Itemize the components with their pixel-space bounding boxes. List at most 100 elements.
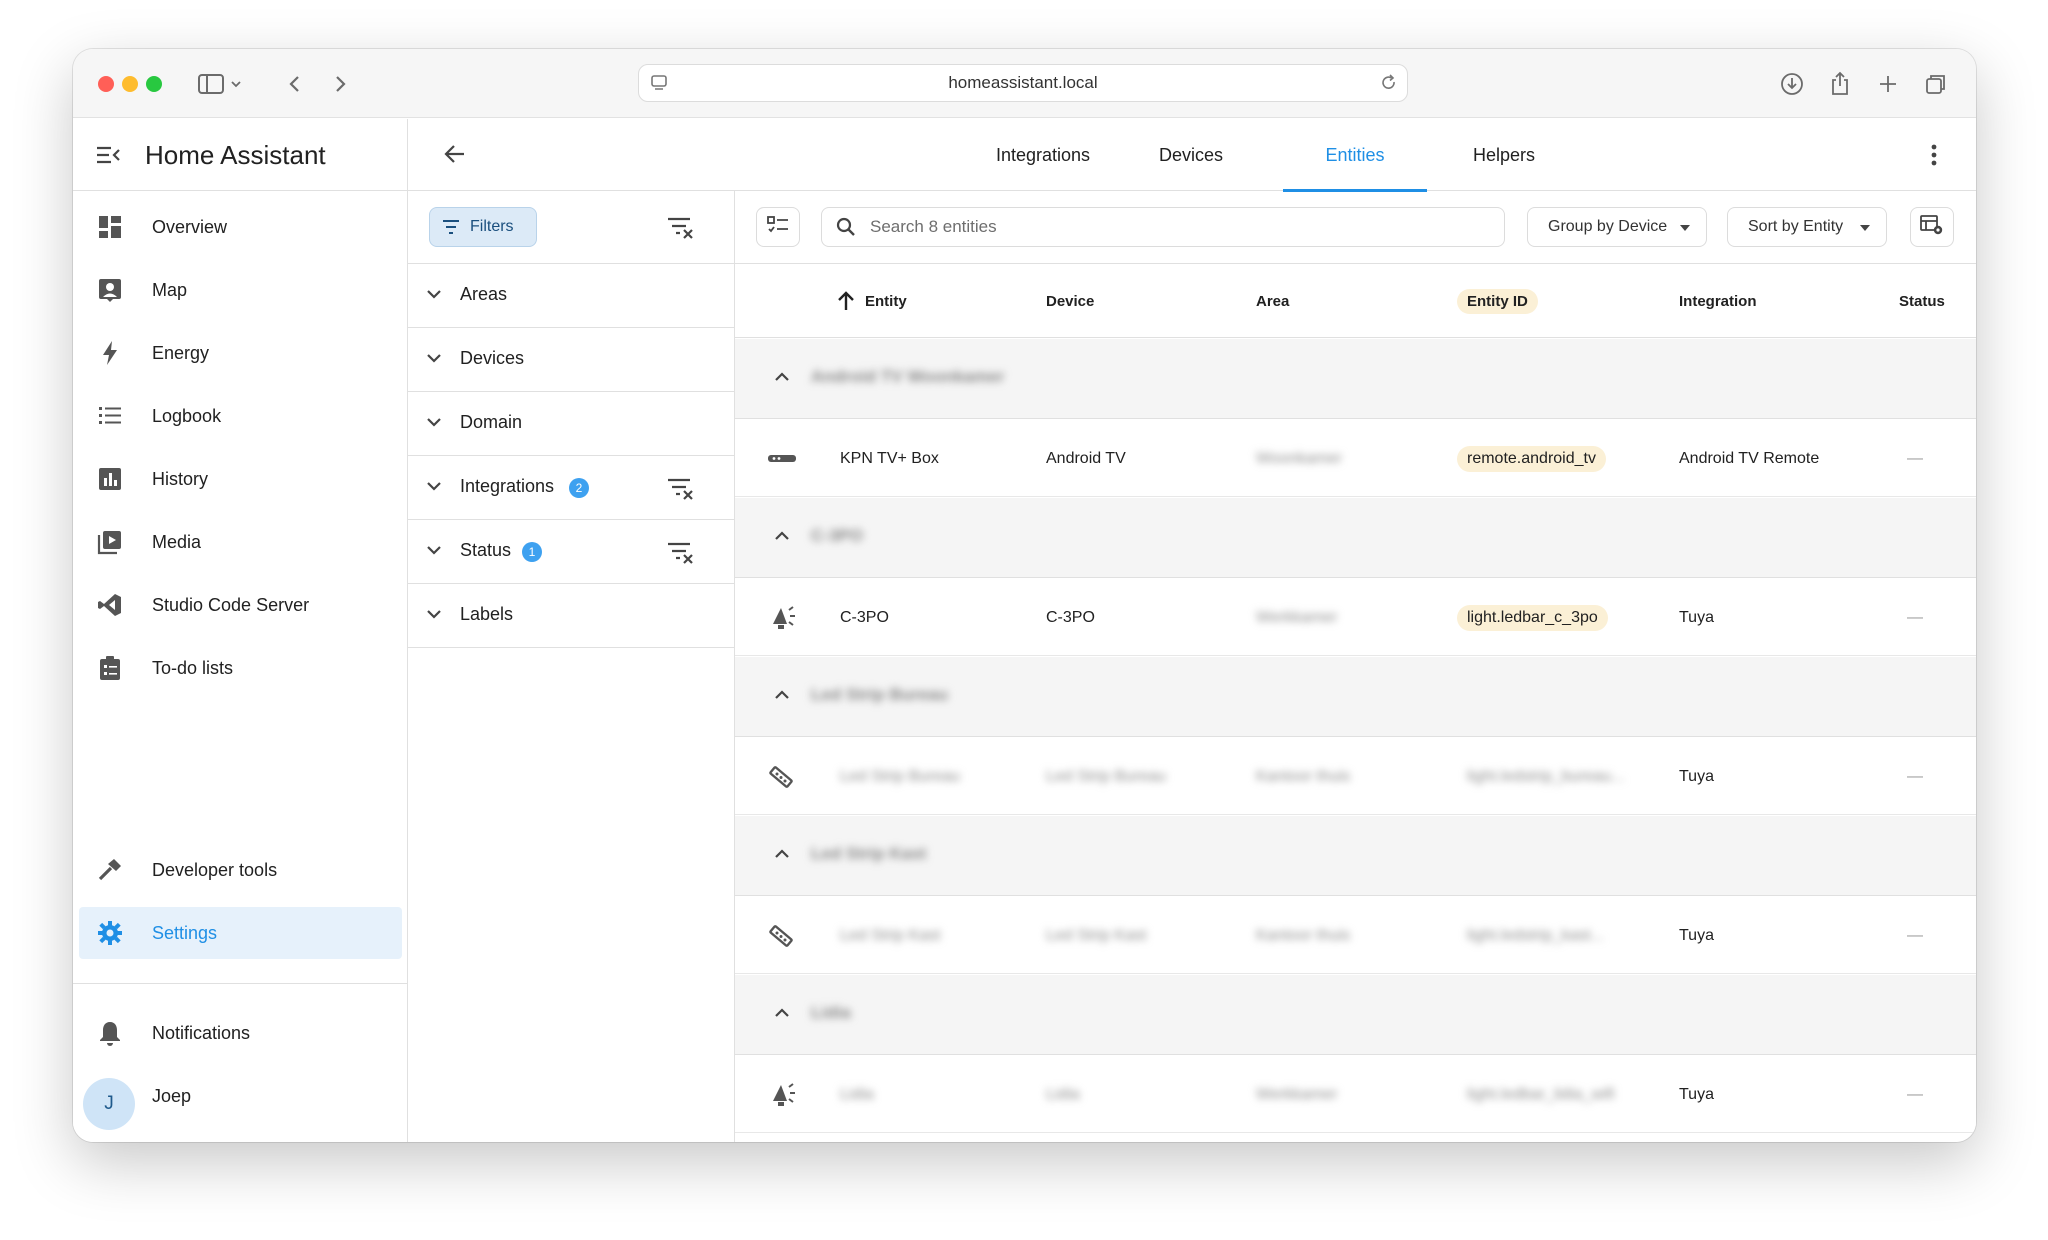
- sidebar-item-todo-lists[interactable]: To-do lists: [79, 642, 402, 694]
- group-title: Led Strip Bureau: [811, 685, 948, 704]
- chevron-up-icon: [772, 844, 792, 869]
- column-header-device[interactable]: Device: [1046, 264, 1094, 338]
- column-header-integration[interactable]: Integration: [1679, 264, 1757, 338]
- history-icon: [97, 466, 123, 492]
- column-header-status[interactable]: Status: [1899, 264, 1945, 338]
- share-icon[interactable]: [1823, 67, 1857, 101]
- group-title: Led Strip Kast: [811, 844, 927, 863]
- chevron-down-icon: [424, 476, 444, 501]
- search-field[interactable]: [821, 207, 1505, 247]
- sidebar-item-developer-tools[interactable]: Developer tools: [79, 844, 402, 896]
- group-by-label: Group by Device: [1548, 218, 1668, 235]
- integration-name: Android TV Remote: [1679, 449, 1820, 467]
- minimize-window-button[interactable]: [122, 76, 138, 92]
- overview-icon: [97, 214, 123, 240]
- filters-toolbar: Filters: [408, 191, 734, 264]
- entity-id: light.ledstrip_kast...: [1467, 926, 1604, 944]
- close-window-button[interactable]: [98, 76, 114, 92]
- zoom-window-button[interactable]: [146, 76, 162, 92]
- chevron-down-icon: [424, 604, 444, 629]
- clear-integrations-filter-icon[interactable]: [667, 477, 695, 506]
- sidebar-toggle-icon[interactable]: [197, 67, 243, 101]
- device-name: Led Strip Bureau: [1046, 767, 1167, 785]
- sidebar-item-label: Energy: [152, 342, 210, 363]
- downloads-icon[interactable]: [1775, 67, 1809, 101]
- group-title: C-3PO: [811, 526, 863, 545]
- entity-id: light.ledbar_lidia_wifi: [1467, 1085, 1615, 1103]
- media-icon: [97, 529, 123, 555]
- sort-by-label: Sort by Entity: [1748, 218, 1844, 235]
- table-settings-button[interactable]: [1910, 207, 1954, 247]
- area-name: Werkkamer: [1256, 608, 1338, 626]
- group-header[interactable]: Led Strip Kast: [735, 816, 1976, 896]
- group-header[interactable]: Led Strip Bureau: [735, 657, 1976, 737]
- group-header[interactable]: C-3PO: [735, 498, 1976, 578]
- tab-devices[interactable]: Devices: [1136, 119, 1246, 191]
- table-row[interactable]: KPN TV+ Box Android TV Woonkamer remote.…: [735, 420, 1976, 497]
- sidebar-item-studio-code-server[interactable]: Studio Code Server: [79, 579, 402, 631]
- caret-down-icon: [1680, 225, 1690, 231]
- status-value: —: [1907, 926, 1923, 944]
- table-row[interactable]: C-3PO C-3PO Werkkamer light.ledbar_c_3po…: [735, 579, 1976, 656]
- tab-integrations[interactable]: Integrations: [975, 119, 1111, 191]
- table-row[interactable]: Lidia Lidia Werkkamer light.ledbar_lidia…: [735, 1056, 1976, 1133]
- integration-name: Tuya: [1679, 926, 1714, 944]
- new-tab-icon[interactable]: [1871, 67, 1905, 101]
- sort-by-dropdown[interactable]: Sort by Entity: [1727, 207, 1887, 247]
- area-name: Kantoor thuis: [1256, 767, 1351, 785]
- sidebar-item-settings[interactable]: Settings: [79, 907, 402, 959]
- led-strip-icon: [767, 922, 795, 955]
- more-options-icon[interactable]: [1930, 143, 1938, 172]
- filters-button[interactable]: Filters: [429, 207, 537, 247]
- filter-section-label: Areas: [460, 284, 508, 304]
- map-icon: [97, 277, 123, 303]
- sidebar-item-notifications[interactable]: Notifications: [79, 1007, 402, 1059]
- lamp-icon: [767, 1081, 797, 1114]
- sidebar-item-user[interactable]: Joep: [79, 1070, 402, 1122]
- device-name: C-3PO: [1046, 608, 1095, 626]
- tab-entities[interactable]: Entities: [1283, 119, 1427, 192]
- column-header-area[interactable]: Area: [1256, 264, 1289, 338]
- entity-id: light.ledbar_c_3po: [1457, 579, 1608, 656]
- filter-section-status[interactable]: Status 1: [408, 520, 734, 584]
- tab-helpers[interactable]: Helpers: [1449, 119, 1559, 191]
- logbook-icon: [97, 403, 123, 429]
- reload-icon[interactable]: [1379, 73, 1399, 98]
- caret-down-icon: [1860, 225, 1870, 231]
- address-bar[interactable]: homeassistant.local: [638, 64, 1408, 102]
- table-row[interactable]: Led Strip Bureau Led Strip Bureau Kantoo…: [735, 738, 1976, 815]
- tab-overview-icon[interactable]: [1919, 67, 1953, 101]
- menu-collapse-icon[interactable]: [95, 143, 121, 172]
- browser-back-icon[interactable]: [278, 67, 312, 101]
- integration-name: Tuya: [1679, 608, 1714, 626]
- column-header-entity[interactable]: Entity: [835, 264, 907, 338]
- selection-mode-button[interactable]: [756, 207, 800, 247]
- device-name: Lidia: [1046, 1085, 1080, 1103]
- column-header-entity-id[interactable]: Entity ID: [1457, 264, 1538, 338]
- browser-forward-icon[interactable]: [323, 67, 357, 101]
- sidebar-item-overview[interactable]: Overview: [79, 201, 402, 253]
- sidebar-item-map[interactable]: Map: [79, 264, 402, 316]
- filter-section-areas[interactable]: Areas: [408, 264, 734, 328]
- group-header[interactable]: Lidia: [735, 975, 1976, 1055]
- filter-count-badge: 1: [522, 542, 542, 562]
- back-arrow-icon[interactable]: [442, 141, 468, 172]
- clear-all-filters-icon[interactable]: [667, 216, 695, 245]
- filter-section-domain[interactable]: Domain: [408, 392, 734, 456]
- sidebar-item-history[interactable]: History: [79, 453, 402, 505]
- remote-icon: [767, 445, 797, 476]
- sidebar-item-logbook[interactable]: Logbook: [79, 390, 402, 442]
- search-input[interactable]: [870, 217, 1470, 237]
- table-row[interactable]: Led Strip Kast Led Strip Kast Kantoor th…: [735, 897, 1976, 974]
- sidebar-item-media[interactable]: Media: [79, 516, 402, 568]
- filter-section-labels[interactable]: Labels: [408, 584, 734, 648]
- group-by-dropdown[interactable]: Group by Device: [1527, 207, 1707, 247]
- clear-status-filter-icon[interactable]: [667, 541, 695, 570]
- filter-section-integrations[interactable]: Integrations 2: [408, 456, 734, 520]
- group-header[interactable]: Android TV Woonkamer: [735, 339, 1976, 419]
- filter-section-label: Devices: [460, 348, 525, 368]
- sidebar-item-label: Settings: [152, 922, 218, 943]
- filter-section-devices[interactable]: Devices: [408, 328, 734, 392]
- filters-pane: Filters Areas Devices Domain Integration…: [408, 191, 735, 1142]
- sidebar-item-energy[interactable]: Energy: [79, 327, 402, 379]
